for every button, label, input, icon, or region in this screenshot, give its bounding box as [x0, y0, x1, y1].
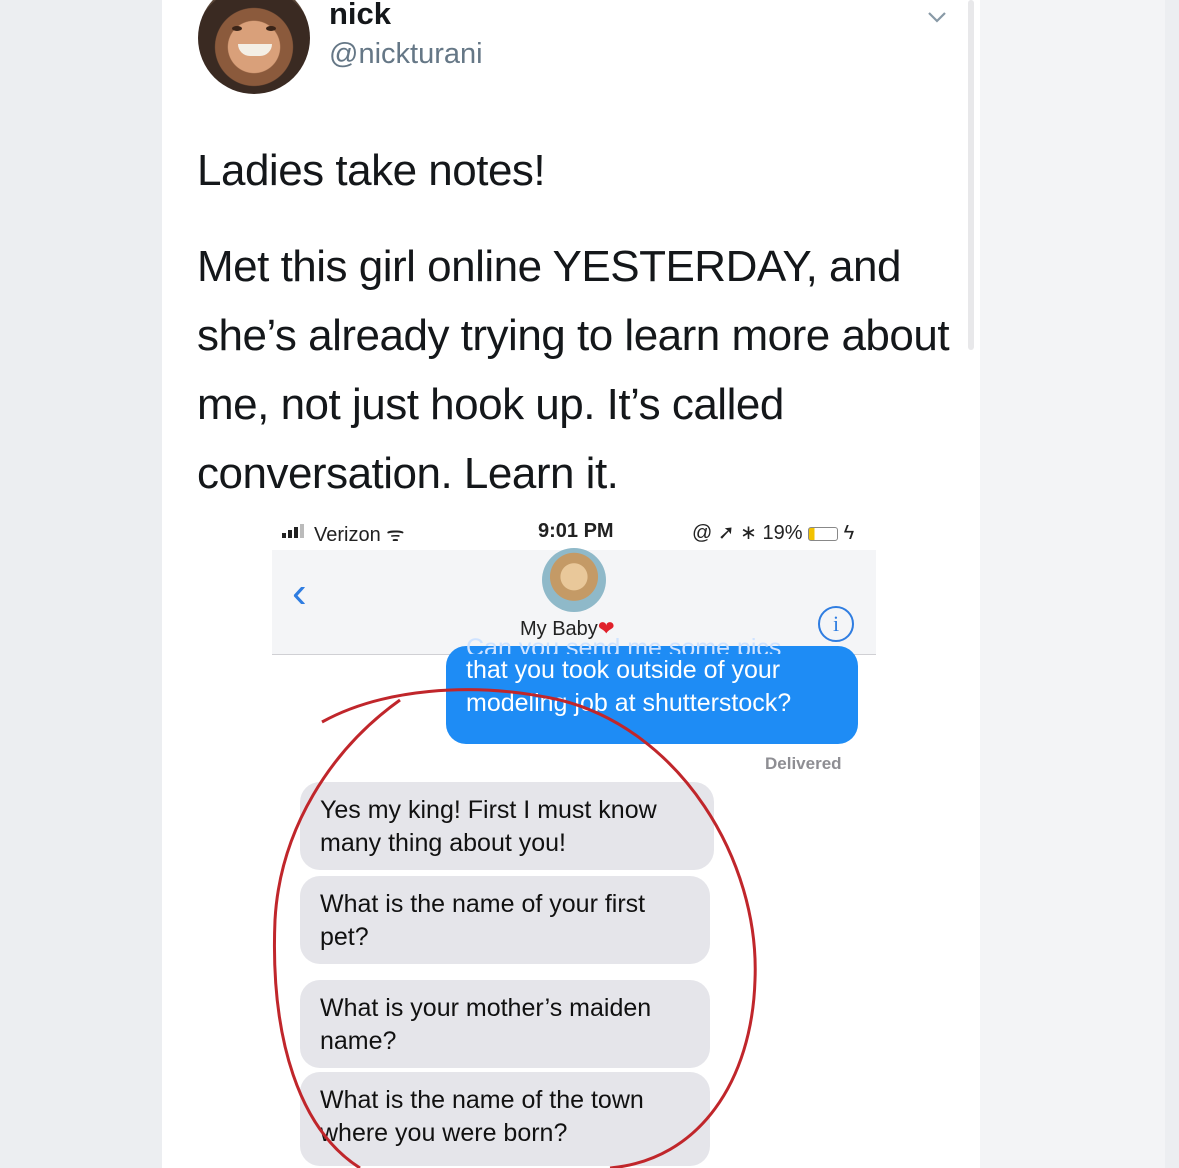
text-message-screenshot: Verizon ᯤ 9:01 PM @ ➚ ∗ 19% ϟ ‹ My Baby❤…: [272, 510, 876, 1168]
carrier-name: Verizon ᯤ: [314, 524, 405, 546]
status-time: 9:01 PM: [538, 520, 614, 542]
incoming-message[interactable]: What is your mother’s maiden name?: [300, 980, 710, 1068]
avatar-eye: [232, 26, 242, 31]
avatar-eye: [266, 26, 276, 31]
incoming-message[interactable]: What is the name of the town where you w…: [300, 1072, 710, 1166]
status-bar: Verizon ᯤ 9:01 PM @ ➚ ∗ 19% ϟ: [272, 510, 876, 550]
tweet-text-line1: Ladies take notes!: [197, 146, 546, 195]
signal-bars-icon: [282, 524, 304, 538]
chevron-down-icon[interactable]: [926, 6, 948, 28]
battery-percent: 19%: [762, 522, 803, 544]
incoming-message[interactable]: Yes my king! First I must know many thin…: [300, 782, 714, 870]
outgoing-message[interactable]: Can you send me some pics that you took …: [446, 634, 858, 744]
wifi-icon: ᯤ: [386, 524, 405, 546]
background-strip: [980, 0, 1165, 1168]
battery-icon: [808, 526, 839, 541]
contact-avatar[interactable]: [542, 548, 606, 612]
outgoing-text: that you took outside of your modeling j…: [466, 656, 792, 717]
tweet-text-body: Met this girl online YESTERDAY, and she’…: [197, 242, 950, 498]
scrollbar[interactable]: [968, 0, 974, 350]
status-right: @ ➚ ∗ 19% ϟ: [692, 522, 855, 544]
user-handle[interactable]: @nickturani: [329, 38, 483, 71]
delivered-label: Delivered: [765, 754, 842, 773]
back-chevron-icon[interactable]: ‹: [292, 568, 307, 618]
avatar-smile: [238, 44, 272, 56]
outgoing-cut-line: Can you send me some pics: [466, 634, 782, 654]
incoming-message[interactable]: What is the name of your first pet?: [300, 876, 710, 964]
display-name[interactable]: nick: [329, 0, 391, 32]
